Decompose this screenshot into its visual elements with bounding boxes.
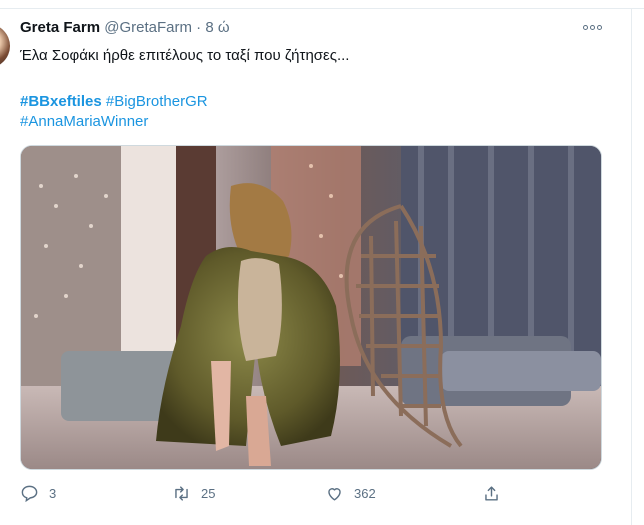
hashtag-link[interactable]: #BBxeftiles [20, 93, 102, 110]
share-icon [485, 486, 498, 501]
tweet-text: Έλα Σοφάκι ήρθε επιτέλους το ταξί που ζή… [20, 47, 350, 64]
avatar[interactable] [0, 24, 10, 68]
tweet-media-video[interactable] [20, 145, 602, 470]
reply-count: 3 [49, 486, 57, 501]
hashtag-link[interactable]: #BigBrotherGR [106, 93, 208, 110]
tweet-timestamp[interactable]: 8 ώ [205, 19, 229, 36]
more-horizontal-icon[interactable] [580, 20, 604, 34]
like-count: 362 [354, 486, 376, 501]
right-divider [631, 8, 632, 525]
heart-icon [328, 488, 341, 501]
video-frame [21, 146, 601, 469]
share-button[interactable] [482, 484, 501, 503]
tweet-actions: 3 25 362 [20, 484, 610, 506]
retweet-button[interactable]: 25 [172, 484, 215, 503]
tweet-header: Greta Farm @GretaFarm · 8 ώ [20, 19, 230, 36]
retweet-count: 25 [201, 486, 216, 501]
reply-icon [21, 485, 38, 503]
author-name[interactable]: Greta Farm [20, 19, 100, 36]
tweet-hashtags: #BBxeftiles #BigBrotherGR #AnnaMariaWinn… [20, 92, 208, 132]
top-divider [0, 8, 644, 9]
retweet-icon [175, 486, 188, 501]
hashtag-link[interactable]: #AnnaMariaWinner [20, 113, 148, 130]
like-button[interactable]: 362 [325, 484, 376, 503]
author-handle[interactable]: @GretaFarm [104, 19, 192, 36]
separator-dot: · [196, 19, 202, 36]
reply-button[interactable]: 3 [20, 484, 56, 503]
